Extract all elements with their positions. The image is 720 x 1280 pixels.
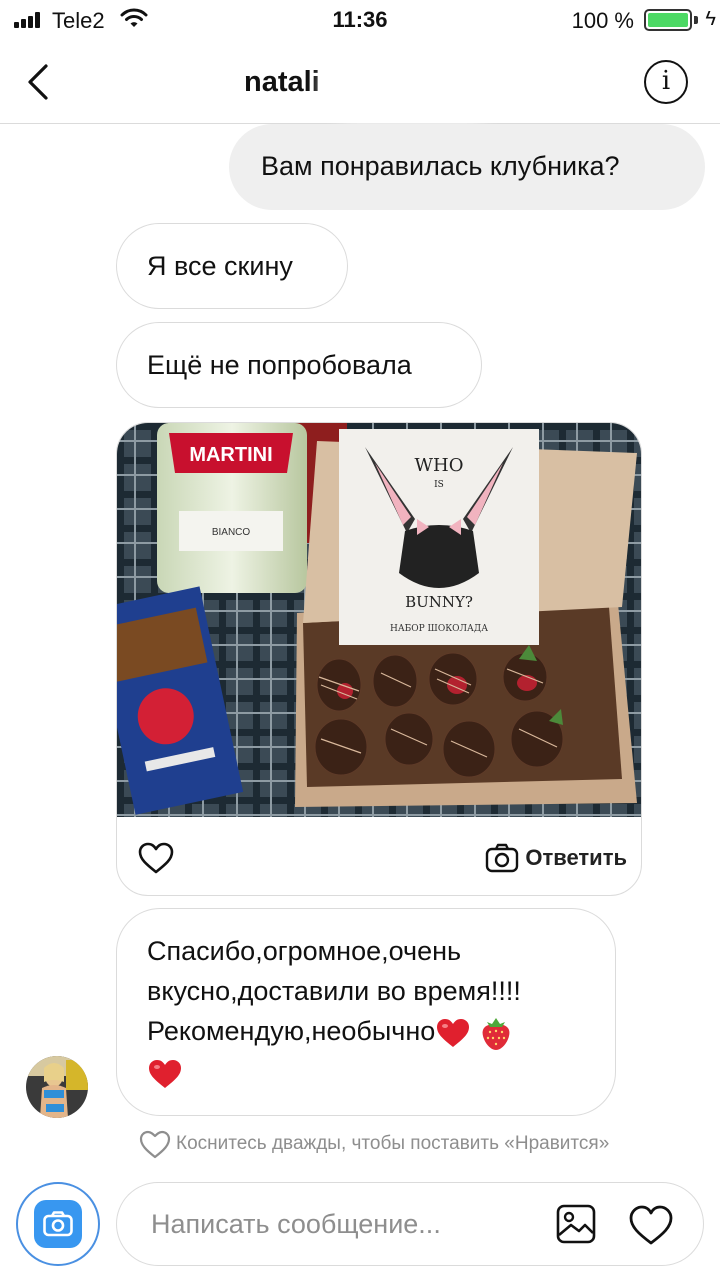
message-composer <box>116 1182 704 1266</box>
message-line: Спасибо,огромное,очень <box>147 936 462 966</box>
shared-photo[interactable]: MARTINI BIANCO WHO IS BUNNY? НАБОР ШОКОЛ… <box>117 423 641 817</box>
gallery-icon[interactable] <box>555 1203 597 1245</box>
battery-percentage: 100 % <box>571 8 634 33</box>
battery-tip <box>694 16 698 24</box>
photo-card-caption: НАБОР ШОКОЛАДА <box>390 624 488 634</box>
red-heart-emoji-icon <box>437 1018 470 1047</box>
chat-header: natali i <box>0 40 720 124</box>
photo-martini-label: MARTINI <box>189 444 272 466</box>
camera-icon <box>34 1200 82 1248</box>
charging-icon: ϟ <box>705 8 716 30</box>
camera-icon <box>486 843 519 873</box>
incoming-message[interactable]: Спасибо,огромное,очень вкусно,доставили … <box>116 908 616 1116</box>
heart-icon[interactable] <box>137 841 175 875</box>
heart-icon[interactable] <box>138 1129 172 1159</box>
message-line: Рекомендую,необычно <box>147 1016 436 1046</box>
status-bar: Tele2 11:36 100 % ϟ <box>0 0 720 40</box>
camera-button[interactable] <box>16 1182 100 1266</box>
reply-label: Ответить <box>525 845 627 870</box>
photo-card-bunny: BUNNY? <box>405 593 473 611</box>
message-input[interactable] <box>151 1201 531 1247</box>
strawberry-emoji-icon <box>482 1017 510 1050</box>
incoming-message[interactable]: Я все скину <box>116 223 348 309</box>
info-icon[interactable]: i <box>644 60 688 104</box>
reply-button[interactable]: Ответить <box>485 841 627 875</box>
avatar[interactable] <box>26 1056 88 1118</box>
outgoing-message[interactable]: Вам понравилась клубника? <box>229 124 705 210</box>
heart-icon[interactable] <box>627 1203 675 1247</box>
message-line: вкусно,доставили во время!!!! <box>147 976 521 1006</box>
battery-icon <box>644 9 692 31</box>
double-tap-text: Коснитесь дважды, чтобы поставить «Нрави… <box>176 1133 610 1154</box>
chat-username[interactable]: natali <box>244 66 320 99</box>
redaction-blur <box>332 60 492 112</box>
photo-card-who: WHO <box>415 455 464 476</box>
photo-card-is: IS <box>434 480 444 490</box>
photo-bianco-label: BIANCO <box>212 527 251 538</box>
red-heart-emoji-icon <box>149 1059 181 1088</box>
back-arrow-icon[interactable] <box>20 62 60 102</box>
photo-message[interactable]: MARTINI BIANCO WHO IS BUNNY? НАБОР ШОКОЛ… <box>116 422 642 896</box>
double-tap-hint: Коснитесь дважды, чтобы поставить «Нрави… <box>138 1128 609 1160</box>
incoming-message[interactable]: Ещё не попробовала <box>116 322 482 408</box>
